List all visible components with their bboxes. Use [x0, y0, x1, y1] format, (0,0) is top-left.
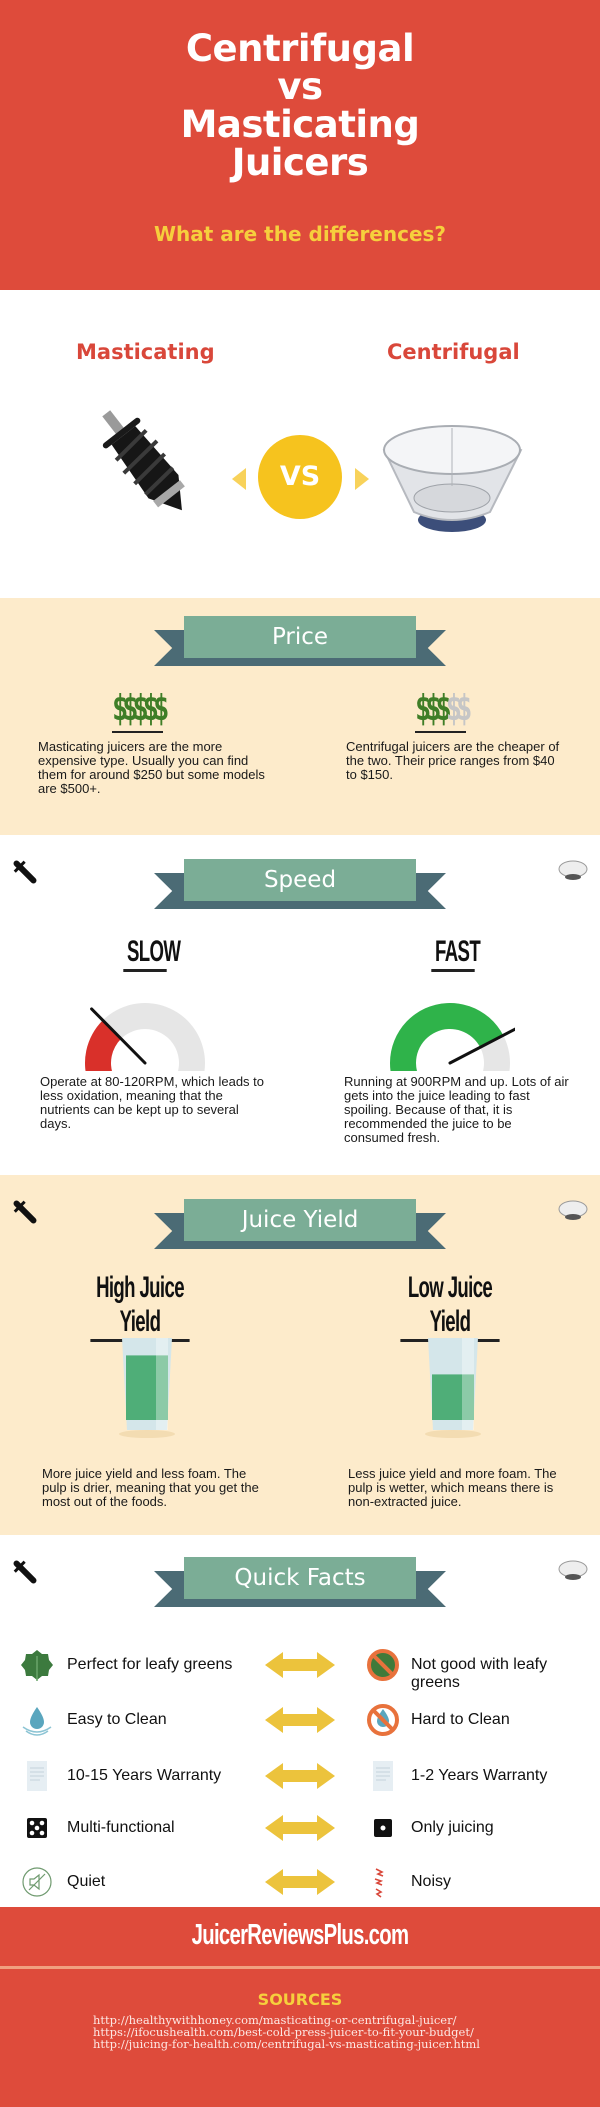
auger-small-icon: [13, 860, 37, 884]
double-arrow-icon: [265, 1815, 335, 1841]
dollar-filled-icon: $: [415, 688, 431, 729]
document-icon: [27, 1761, 47, 1791]
bowl-small-icon: [558, 860, 588, 880]
dollar-filled-icon: $: [425, 688, 441, 729]
dollar-filled-icon: $: [435, 688, 452, 729]
page-title: Centrifugal vs Masticating Juicers: [0, 30, 600, 182]
vs-badge: VS: [258, 435, 342, 519]
title-line: Masticating: [180, 103, 420, 146]
speed-description-centrifugal: Running at 900RPM and up. Lots of air ge…: [344, 1074, 569, 1145]
fact-centrifugal: 1-2 Years Warranty: [411, 1767, 548, 1784]
section-title: Juice Yield: [184, 1199, 416, 1241]
section-title: Quick Facts: [184, 1557, 416, 1599]
glass-highlight: [156, 1338, 168, 1430]
divider: [0, 1966, 600, 1969]
fact-row: Easy to Clean Hard to Clean: [0, 1703, 600, 1743]
title-line: vs: [277, 65, 323, 108]
auger-small-icon: [13, 1560, 37, 1584]
speed-gauge-fast: [390, 1003, 515, 1071]
sources-heading: SOURCES: [257, 1990, 343, 2009]
price-ribbon: Price: [154, 616, 446, 666]
centrifugal-bowl-icon: [382, 425, 523, 532]
glass-shadow: [119, 1430, 175, 1438]
fact-masticating: Quiet: [67, 1873, 106, 1890]
facts-ribbon: Quick Facts: [154, 1557, 446, 1607]
dollar-empty-icon: $: [456, 688, 472, 729]
juice-glass-partial-icon: [425, 1338, 481, 1438]
page-subtitle: What are the differences?: [153, 222, 447, 246]
fact-masticating: Multi-functional: [67, 1819, 175, 1836]
fact-row: Multi-functional Only juicing: [0, 1811, 600, 1851]
fact-row: Perfect for leafy greens Not good with l…: [0, 1648, 600, 1691]
speed-ribbon: Speed: [154, 859, 446, 909]
juice-glass-full-icon: [119, 1338, 175, 1438]
title-line: Centrifugal: [185, 27, 415, 70]
fact-centrifugal: Hard to Clean: [411, 1711, 510, 1728]
fact-row: Quiet Noisy: [0, 1865, 600, 1905]
arrow-left-icon: [232, 468, 246, 490]
noise-bolts-icon: [374, 1868, 384, 1898]
section-title: Speed: [184, 859, 416, 901]
auger-small-icon: [13, 1200, 37, 1224]
yield-description-masticating: More juice yield and less foam. The pulp…: [42, 1466, 259, 1509]
speed-heading-fast: FAST: [431, 935, 481, 972]
bowl-small-icon: [558, 1560, 588, 1580]
fact-centrifugal: Not good with leafy greens: [411, 1656, 548, 1691]
speed-gauge-slow: [85, 1003, 205, 1071]
muted-speaker-icon: [22, 1867, 52, 1897]
double-arrow-icon: [265, 1707, 335, 1733]
speed-heading-slow: SLOW: [123, 935, 181, 972]
price-rating-centrifugal: $$$$$: [415, 688, 472, 733]
dollar-filled-icon: $: [153, 688, 169, 729]
versus-section: Masticating Centrifugal VS: [0, 290, 600, 598]
bowl-small-icon: [558, 1200, 588, 1220]
speed-description-masticating: Operate at 80-120RPM, which leads to les…: [40, 1074, 265, 1131]
glass-highlight: [462, 1338, 474, 1430]
section-title: Price: [184, 616, 416, 658]
price-description-masticating: Masticating juicers are the more expensi…: [38, 739, 265, 796]
brand-link[interactable]: JuicerReviewsPlus.com: [90, 1919, 510, 1952]
fact-masticating: 10-15 Years Warranty: [67, 1767, 222, 1784]
dice-one-icon: [374, 1819, 392, 1837]
document-icon: [373, 1761, 393, 1791]
arrow-right-icon: [355, 468, 369, 490]
yield-description-centrifugal: Less juice yield and more foam. The pulp…: [348, 1466, 557, 1509]
price-description-centrifugal: Centrifugal juicers are the cheaper of t…: [346, 739, 560, 782]
price-rating-masticating: $$$$$: [112, 688, 169, 733]
glass-shadow: [425, 1430, 481, 1438]
fact-centrifugal: Noisy: [411, 1873, 452, 1890]
juice-yield-section: Juice Yield High Juice Yield Low Juice Y…: [0, 1175, 600, 1535]
no-leaf-icon: [367, 1649, 399, 1681]
quick-facts-section: Quick Facts Perfect for leafy greens Not…: [0, 1535, 600, 1907]
water-drop-icon: [22, 1707, 52, 1736]
auger-icon: [102, 410, 185, 511]
dollar-empty-icon: $: [445, 688, 462, 729]
title-line: Juicers: [231, 141, 369, 184]
yield-ribbon: Juice Yield: [154, 1199, 446, 1249]
fact-masticating: Perfect for leafy greens: [67, 1656, 233, 1673]
double-arrow-icon: [265, 1652, 335, 1678]
double-arrow-icon: [265, 1869, 335, 1895]
masticating-label: Masticating: [76, 340, 215, 364]
centrifugal-label: Centrifugal: [387, 340, 520, 364]
source-link[interactable]: http://juicing-for-health.com/centrifuga…: [93, 2038, 480, 2050]
fact-centrifugal: Only juicing: [411, 1819, 494, 1836]
no-water-drop-icon: [367, 1704, 399, 1736]
dollar-filled-icon: $: [112, 688, 128, 729]
dollar-filled-icon: $: [122, 688, 138, 729]
double-arrow-icon: [265, 1763, 335, 1789]
hero-header: Centrifugal vs Masticating Juicers What …: [0, 0, 600, 290]
sources-list: http://healthywithhoney.com/masticating-…: [93, 2014, 480, 2050]
fact-masticating: Easy to Clean: [67, 1711, 167, 1728]
speed-section: Speed SLOW FAST Operate at 80-120RPM, wh…: [0, 835, 600, 1175]
dollar-filled-icon: $: [142, 688, 159, 729]
dice-five-icon: [27, 1818, 47, 1838]
footer: JuicerReviewsPlus.com SOURCES http://hea…: [0, 1907, 600, 2107]
leaf-icon: [21, 1650, 53, 1681]
price-section: Price $$$$$ $$$$$ Masticating juicers ar…: [0, 598, 600, 835]
fact-row: 10-15 Years Warranty 1-2 Years Warranty: [0, 1759, 600, 1799]
dollar-filled-icon: $: [132, 688, 149, 729]
